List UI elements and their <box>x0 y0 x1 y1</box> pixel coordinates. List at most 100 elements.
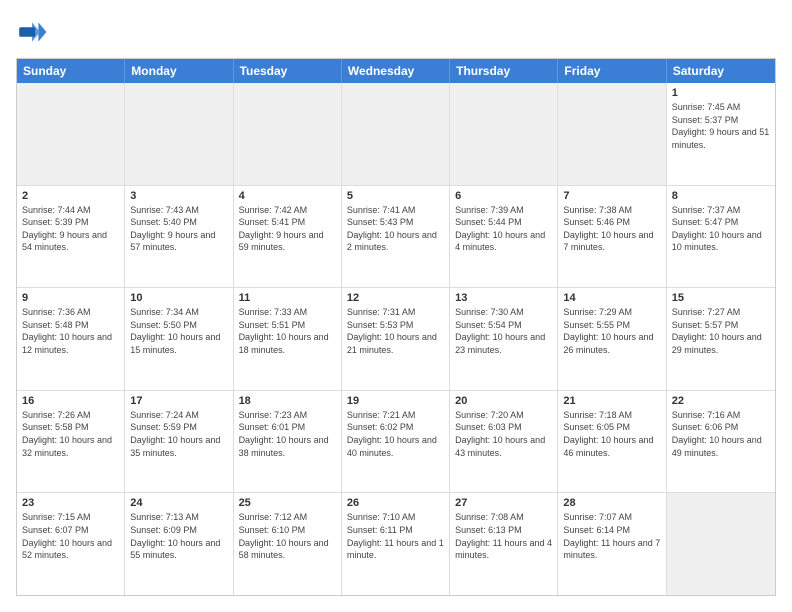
day-cell-9: 9 Sunrise: 7:36 AM Sunset: 5:48 PM Daylig… <box>17 288 125 390</box>
day-info: Sunrise: 7:42 AM Sunset: 5:41 PM Dayligh… <box>239 204 336 254</box>
day-info: Sunrise: 7:21 AM Sunset: 6:02 PM Dayligh… <box>347 409 444 459</box>
day-info: Sunrise: 7:43 AM Sunset: 5:40 PM Dayligh… <box>130 204 227 254</box>
day-cell-1: 1 Sunrise: 7:45 AM Sunset: 5:37 PM Daylig… <box>667 83 775 185</box>
calendar-header: SundayMondayTuesdayWednesdayThursdayFrid… <box>17 59 775 83</box>
empty-cell <box>125 83 233 185</box>
day-number: 26 <box>347 497 444 509</box>
day-info: Sunrise: 7:24 AM Sunset: 5:59 PM Dayligh… <box>130 409 227 459</box>
weekday-header-wednesday: Wednesday <box>342 59 450 83</box>
day-info: Sunrise: 7:33 AM Sunset: 5:51 PM Dayligh… <box>239 306 336 356</box>
empty-cell <box>450 83 558 185</box>
day-cell-26: 26 Sunrise: 7:10 AM Sunset: 6:11 PM Dayli… <box>342 493 450 595</box>
empty-cell <box>667 493 775 595</box>
day-number: 6 <box>455 190 552 202</box>
day-cell-20: 20Sunrise: 7:20 AM Sunset: 6:03 PM Dayli… <box>450 391 558 493</box>
day-info: Sunrise: 7:29 AM Sunset: 5:55 PM Dayligh… <box>563 306 660 356</box>
day-number: 18 <box>239 395 336 407</box>
day-number: 7 <box>563 190 660 202</box>
day-info: Sunrise: 7:16 AM Sunset: 6:06 PM Dayligh… <box>672 409 770 459</box>
day-number: 17 <box>130 395 227 407</box>
day-number: 24 <box>130 497 227 509</box>
day-cell-12: 12Sunrise: 7:31 AM Sunset: 5:53 PM Dayli… <box>342 288 450 390</box>
day-number: 4 <box>239 190 336 202</box>
calendar-row-5: 23 Sunrise: 7:15 AM Sunset: 6:07 PM Dayli… <box>17 493 775 595</box>
day-number: 27 <box>455 497 552 509</box>
day-cell-22: 22 Sunrise: 7:16 AM Sunset: 6:06 PM Dayli… <box>667 391 775 493</box>
day-number: 2 <box>22 190 119 202</box>
day-cell-5: 5 Sunrise: 7:41 AM Sunset: 5:43 PM Daylig… <box>342 186 450 288</box>
day-info: Sunrise: 7:39 AM Sunset: 5:44 PM Dayligh… <box>455 204 552 254</box>
day-info: Sunrise: 7:41 AM Sunset: 5:43 PM Dayligh… <box>347 204 444 254</box>
day-info: Sunrise: 7:07 AM Sunset: 6:14 PM Dayligh… <box>563 511 660 561</box>
calendar-row-1: 1 Sunrise: 7:45 AM Sunset: 5:37 PM Daylig… <box>17 83 775 186</box>
day-info: Sunrise: 7:13 AM Sunset: 6:09 PM Dayligh… <box>130 511 227 561</box>
header <box>16 16 776 48</box>
empty-cell <box>17 83 125 185</box>
calendar-row-4: 16 Sunrise: 7:26 AM Sunset: 5:58 PM Dayli… <box>17 391 775 494</box>
day-number: 21 <box>563 395 660 407</box>
weekday-header-sunday: Sunday <box>17 59 125 83</box>
weekday-header-saturday: Saturday <box>667 59 775 83</box>
day-info: Sunrise: 7:34 AM Sunset: 5:50 PM Dayligh… <box>130 306 227 356</box>
day-cell-21: 21 Sunrise: 7:18 AM Sunset: 6:05 PM Dayli… <box>558 391 666 493</box>
empty-cell <box>558 83 666 185</box>
day-number: 13 <box>455 292 552 304</box>
day-info: Sunrise: 7:30 AM Sunset: 5:54 PM Dayligh… <box>455 306 552 356</box>
day-number: 3 <box>130 190 227 202</box>
calendar-row-3: 9 Sunrise: 7:36 AM Sunset: 5:48 PM Daylig… <box>17 288 775 391</box>
day-cell-28: 28 Sunrise: 7:07 AM Sunset: 6:14 PM Dayli… <box>558 493 666 595</box>
day-info: Sunrise: 7:12 AM Sunset: 6:10 PM Dayligh… <box>239 511 336 561</box>
day-info: Sunrise: 7:23 AM Sunset: 6:01 PM Dayligh… <box>239 409 336 459</box>
day-number: 9 <box>22 292 119 304</box>
day-cell-4: 4 Sunrise: 7:42 AM Sunset: 5:41 PM Daylig… <box>234 186 342 288</box>
day-info: Sunrise: 7:08 AM Sunset: 6:13 PM Dayligh… <box>455 511 552 561</box>
day-cell-24: 24 Sunrise: 7:13 AM Sunset: 6:09 PM Dayli… <box>125 493 233 595</box>
day-cell-10: 10 Sunrise: 7:34 AM Sunset: 5:50 PM Dayli… <box>125 288 233 390</box>
day-cell-17: 17 Sunrise: 7:24 AM Sunset: 5:59 PM Dayli… <box>125 391 233 493</box>
day-info: Sunrise: 7:36 AM Sunset: 5:48 PM Dayligh… <box>22 306 119 356</box>
day-info: Sunrise: 7:26 AM Sunset: 5:58 PM Dayligh… <box>22 409 119 459</box>
empty-cell <box>234 83 342 185</box>
day-number: 16 <box>22 395 119 407</box>
day-number: 12 <box>347 292 444 304</box>
calendar: SundayMondayTuesdayWednesdayThursdayFrid… <box>16 58 776 596</box>
day-number: 28 <box>563 497 660 509</box>
day-number: 25 <box>239 497 336 509</box>
day-cell-19: 19 Sunrise: 7:21 AM Sunset: 6:02 PM Dayli… <box>342 391 450 493</box>
day-info: Sunrise: 7:37 AM Sunset: 5:47 PM Dayligh… <box>672 204 770 254</box>
day-cell-11: 11Sunrise: 7:33 AM Sunset: 5:51 PM Dayli… <box>234 288 342 390</box>
day-number: 1 <box>672 87 770 99</box>
day-cell-6: 6 Sunrise: 7:39 AM Sunset: 5:44 PM Daylig… <box>450 186 558 288</box>
logo <box>16 16 52 48</box>
day-info: Sunrise: 7:45 AM Sunset: 5:37 PM Dayligh… <box>672 101 770 151</box>
day-cell-18: 18 Sunrise: 7:23 AM Sunset: 6:01 PM Dayli… <box>234 391 342 493</box>
day-number: 15 <box>672 292 770 304</box>
day-info: Sunrise: 7:15 AM Sunset: 6:07 PM Dayligh… <box>22 511 119 561</box>
day-info: Sunrise: 7:20 AM Sunset: 6:03 PM Dayligh… <box>455 409 552 459</box>
day-number: 23 <box>22 497 119 509</box>
day-info: Sunrise: 7:10 AM Sunset: 6:11 PM Dayligh… <box>347 511 444 561</box>
day-number: 19 <box>347 395 444 407</box>
day-info: Sunrise: 7:18 AM Sunset: 6:05 PM Dayligh… <box>563 409 660 459</box>
day-info: Sunrise: 7:38 AM Sunset: 5:46 PM Dayligh… <box>563 204 660 254</box>
weekday-header-monday: Monday <box>125 59 233 83</box>
day-cell-25: 25 Sunrise: 7:12 AM Sunset: 6:10 PM Dayli… <box>234 493 342 595</box>
logo-icon <box>16 16 48 48</box>
calendar-body: 1 Sunrise: 7:45 AM Sunset: 5:37 PM Daylig… <box>17 83 775 595</box>
day-cell-27: 27 Sunrise: 7:08 AM Sunset: 6:13 PM Dayli… <box>450 493 558 595</box>
day-cell-2: 2 Sunrise: 7:44 AM Sunset: 5:39 PM Daylig… <box>17 186 125 288</box>
weekday-header-friday: Friday <box>558 59 666 83</box>
weekday-header-tuesday: Tuesday <box>234 59 342 83</box>
day-cell-3: 3 Sunrise: 7:43 AM Sunset: 5:40 PM Daylig… <box>125 186 233 288</box>
day-number: 5 <box>347 190 444 202</box>
day-cell-7: 7 Sunrise: 7:38 AM Sunset: 5:46 PM Daylig… <box>558 186 666 288</box>
page: SundayMondayTuesdayWednesdayThursdayFrid… <box>0 0 792 612</box>
day-info: Sunrise: 7:27 AM Sunset: 5:57 PM Dayligh… <box>672 306 770 356</box>
day-number: 10 <box>130 292 227 304</box>
day-info: Sunrise: 7:44 AM Sunset: 5:39 PM Dayligh… <box>22 204 119 254</box>
day-cell-15: 15 Sunrise: 7:27 AM Sunset: 5:57 PM Dayli… <box>667 288 775 390</box>
day-cell-16: 16 Sunrise: 7:26 AM Sunset: 5:58 PM Dayli… <box>17 391 125 493</box>
day-cell-14: 14Sunrise: 7:29 AM Sunset: 5:55 PM Dayli… <box>558 288 666 390</box>
day-number: 22 <box>672 395 770 407</box>
weekday-header-thursday: Thursday <box>450 59 558 83</box>
